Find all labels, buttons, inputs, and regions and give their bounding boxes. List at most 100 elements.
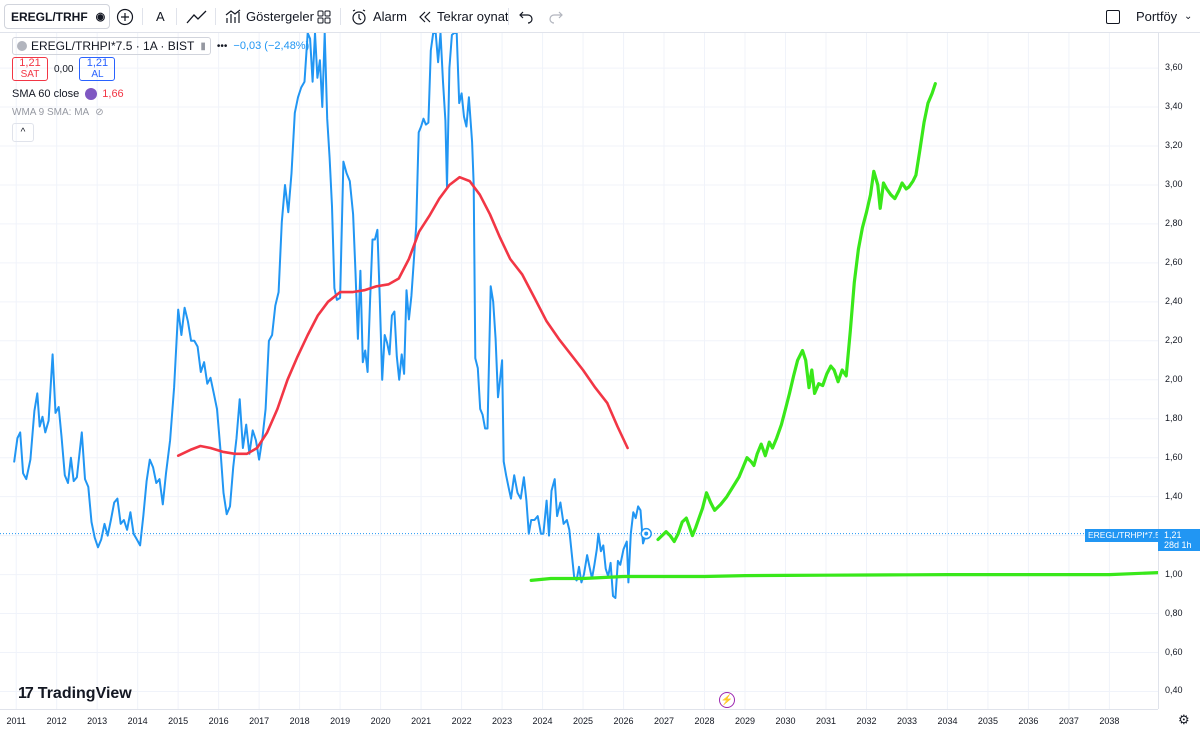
- symbol-menu-icon[interactable]: ◉: [96, 10, 106, 23]
- time-tick-label: 2016: [208, 716, 229, 726]
- legend: EREGL/TRHPI*7.5 · 1A · BIST ▮ ••• −0,03 …: [12, 37, 309, 142]
- time-tick-label: 2030: [775, 716, 796, 726]
- time-tick-label: 2020: [370, 716, 391, 726]
- time-tick-label: 2013: [87, 716, 108, 726]
- time-tick-label: 2027: [654, 716, 675, 726]
- last-price-label: 1,21 28d 1h: [1158, 529, 1200, 551]
- time-tick-label: 2028: [694, 716, 715, 726]
- time-tick-label: 2036: [1018, 716, 1039, 726]
- portfolio-chevron-down-icon[interactable]: ⌄: [1184, 4, 1192, 29]
- portfolio-button[interactable]: Portföy: [1106, 4, 1177, 29]
- alarm-clock-icon: [352, 8, 366, 25]
- flag-icon: ▮: [200, 40, 206, 52]
- time-tick-label: 2031: [815, 716, 836, 726]
- time-tick-label: 2022: [451, 716, 472, 726]
- more-options-icon[interactable]: •••: [217, 41, 228, 52]
- add-symbol-button[interactable]: [116, 4, 134, 29]
- buy-label: AL: [91, 69, 104, 80]
- price-tick-label: 2,00: [1165, 373, 1183, 384]
- portfolio-label: Portföy: [1136, 9, 1178, 24]
- time-tick-label: 2012: [46, 716, 67, 726]
- time-tick-label: 2011: [6, 716, 26, 726]
- collapse-legend-button[interactable]: ^: [12, 123, 34, 142]
- sma-label: SMA 60 close: [12, 88, 80, 100]
- time-tick-label: 2029: [734, 716, 756, 726]
- undo-button[interactable]: [518, 4, 534, 29]
- price-tick-label: 2,80: [1165, 217, 1183, 228]
- price-tick-label: 0,80: [1165, 607, 1183, 618]
- support-line-drawing: [529, 571, 1158, 582]
- redo-button[interactable]: [548, 4, 564, 29]
- sma-line: [176, 175, 629, 457]
- symbol-search-box[interactable]: EREGL/TRHF ◉: [4, 4, 110, 29]
- price-axis[interactable]: 3,60 3,40 3,20 3,00 2,80 2,60 2,40 2,20 2,00 1,80…: [1158, 33, 1200, 709]
- time-tick-label: 2026: [613, 716, 634, 726]
- last-price-tag: EREGL/TRHPI*7.5: [1085, 529, 1163, 542]
- sell-label: SAT: [20, 69, 40, 80]
- tradingview-logo[interactable]: 17 TradingView: [18, 685, 132, 703]
- buy-button[interactable]: 1,21 AL: [79, 57, 116, 81]
- replay-label: Tekrar oynat: [437, 9, 509, 24]
- indicators-icon: [225, 9, 241, 23]
- legend-title-row: EREGL/TRHPI*7.5 · 1A · BIST ▮ ••• −0,03 …: [12, 37, 309, 55]
- sma-value: 1,66: [102, 88, 124, 100]
- layouts-button[interactable]: [316, 4, 332, 29]
- chevron-up-icon: ^: [20, 127, 26, 138]
- sell-value: 1,21: [19, 57, 41, 69]
- time-axis[interactable]: 2011 2012 2013 2014 2015 2016 2017 2018 2019 2020…: [0, 709, 1158, 730]
- chart-type-button[interactable]: [186, 4, 208, 29]
- price-tick-label: 0,60: [1165, 646, 1183, 657]
- time-tick-label: 2023: [492, 716, 513, 726]
- grid-layout-icon: [317, 10, 331, 23]
- tradingview-wordmark: TradingView: [37, 685, 132, 702]
- price-tick-label: 3,00: [1165, 178, 1183, 189]
- price-tick-label: 0,40: [1165, 685, 1183, 696]
- replay-button[interactable]: Tekrar oynat: [418, 4, 509, 29]
- sell-button[interactable]: 1,21 SAT: [12, 57, 48, 81]
- time-tick-label: 2021: [411, 716, 432, 726]
- time-tick-label: 2019: [330, 716, 351, 726]
- rewind-icon: [419, 11, 431, 22]
- price-tick-label: 1,80: [1165, 412, 1183, 423]
- tradingview-mark-icon: 17: [18, 685, 34, 702]
- axis-settings-gear-icon[interactable]: ⚙: [1178, 712, 1190, 728]
- alarm-button[interactable]: Alarm: [350, 4, 407, 29]
- price-tick-label: 3,60: [1165, 62, 1183, 73]
- lightning-icon[interactable]: ⚡: [719, 692, 735, 708]
- spread-value: 0,00: [54, 63, 74, 75]
- trade-buttons-row: 1,21 SAT 0,00 1,21 AL: [12, 57, 309, 81]
- plus-circle-icon: [116, 8, 134, 25]
- projection-line-drawing: [656, 82, 937, 544]
- redo-icon: [549, 11, 563, 24]
- price-tick-label: 2,20: [1165, 334, 1183, 345]
- eye-hidden-icon[interactable]: ⊘: [95, 107, 103, 118]
- checkbox-icon[interactable]: [1106, 9, 1120, 24]
- indicators-label: Göstergeler: [246, 9, 314, 24]
- legend-change: −0,03 (−2,48%): [233, 40, 310, 52]
- legend-symbol-box[interactable]: EREGL/TRHPI*7.5 · 1A · BIST ▮: [12, 37, 211, 55]
- price-tag-countdown: 28d 1h: [1164, 540, 1192, 550]
- price-tick-label: 1,40: [1165, 490, 1183, 501]
- symbol-logo-icon: [17, 41, 27, 51]
- sma-legend-row[interactable]: SMA 60 close 1,66: [12, 86, 309, 102]
- indicators-button[interactable]: Göstergeler: [225, 4, 314, 29]
- price-tick-label: 1,00: [1165, 568, 1183, 579]
- time-tick-label: 2035: [977, 716, 998, 726]
- price-tag-value: 1,21: [1164, 530, 1182, 540]
- interval-label: A: [156, 9, 165, 24]
- line-chart-icon: [186, 10, 207, 23]
- time-tick-label: 2032: [856, 716, 877, 726]
- wma-legend-row[interactable]: WMA 9 SMA: MA ⊘: [12, 104, 309, 120]
- price-tick-label: 3,40: [1165, 101, 1183, 112]
- time-tick-label: 2025: [573, 716, 594, 726]
- interval-button[interactable]: A: [156, 4, 165, 29]
- alarm-label: Alarm: [373, 9, 407, 24]
- wma-label: WMA 9 SMA: MA: [12, 106, 90, 118]
- sync-icon[interactable]: [85, 88, 98, 100]
- time-tick-label: 2015: [168, 716, 189, 726]
- symbol-text: EREGL/TRHF: [11, 9, 88, 24]
- time-tick-label: 2033: [896, 716, 917, 726]
- time-tick-label: 2017: [249, 716, 270, 726]
- time-tick-label: 2018: [289, 716, 310, 726]
- price-tick-label: 3,20: [1165, 139, 1183, 150]
